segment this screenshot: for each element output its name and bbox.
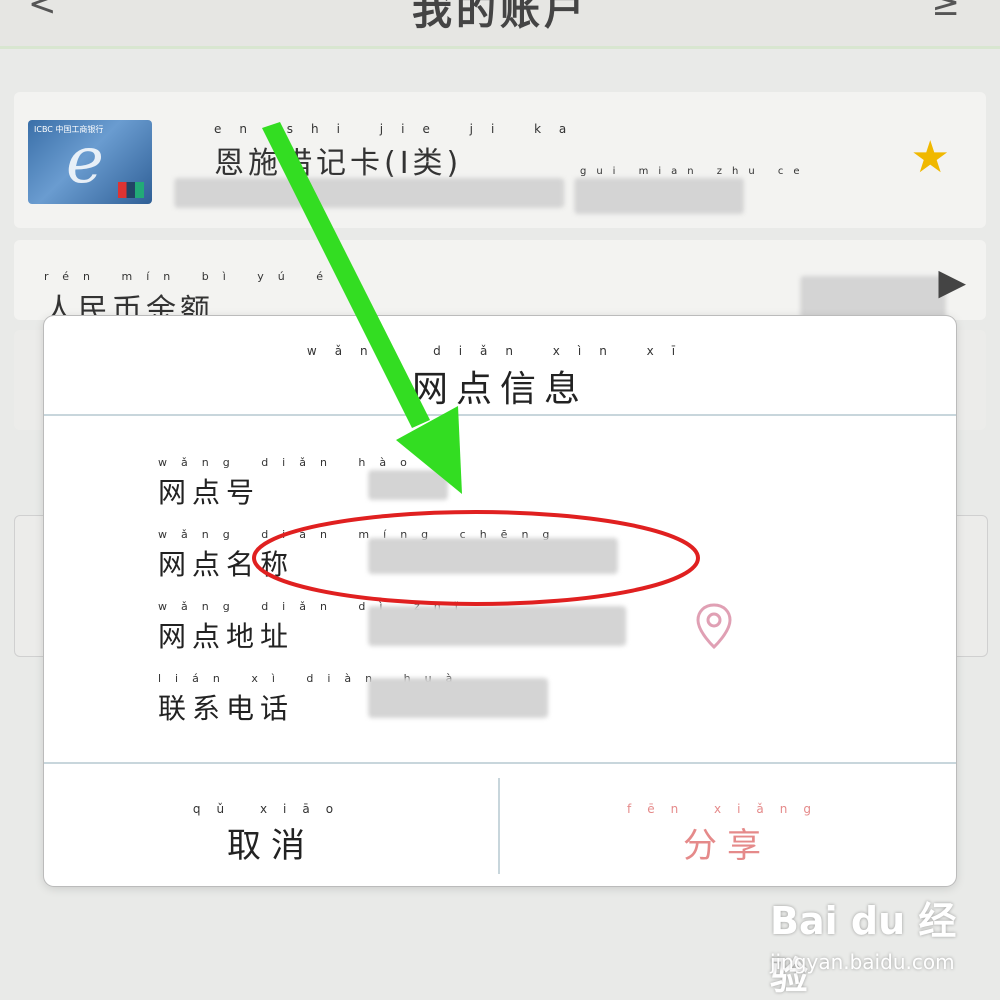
field-branch-name: wǎng diǎn míng chēng 网点名称 bbox=[158, 528, 858, 581]
field-label-text: 联系电话 bbox=[158, 692, 295, 725]
branch-number-value bbox=[368, 470, 448, 500]
dialog-title-text: 网点信息 bbox=[411, 369, 588, 410]
chevron-right-icon[interactable]: ▶ bbox=[938, 262, 966, 303]
field-contact-phone: lián xì diàn huà 联系电话 bbox=[158, 672, 858, 725]
dialog-footer: qǔ xiāo 取消 fēn xiǎng 分享 bbox=[44, 762, 956, 886]
field-label-text: 网点名称 bbox=[158, 548, 295, 581]
card-name: en shi jie ji ka 恩施借记卡(I类) bbox=[214, 122, 584, 182]
card-e-logo: e bbox=[66, 124, 104, 198]
field-label-text: 网点地址 bbox=[158, 620, 295, 653]
watermark-logo: Bai du 经验 bbox=[770, 899, 957, 998]
cancel-button[interactable]: qǔ xiāo 取消 bbox=[44, 764, 498, 886]
balance-row[interactable]: rén mín bì yú é 人民币余额 ▶ bbox=[14, 240, 986, 340]
page-title: 我的账户 bbox=[412, 0, 588, 34]
share-text: 分享 bbox=[683, 826, 771, 866]
branch-name-value bbox=[368, 538, 618, 574]
contact-phone-value bbox=[368, 678, 548, 718]
watermark-site: jingyan.baidu.com bbox=[770, 950, 955, 974]
dialog-header: wǎng diǎn xìn xī 网点信息 bbox=[44, 316, 956, 416]
cancel-button-label: qǔ xiāo 取消 bbox=[44, 802, 498, 867]
baidu-jingyan-watermark: Bai du 经验 jingyan.baidu.com bbox=[770, 890, 990, 998]
card-status-pinyin: gui mian zhu ce bbox=[580, 166, 810, 177]
branch-info-dialog: wǎng diǎn xìn xī 网点信息 wǎng diǎn hào 网点号 … bbox=[44, 316, 956, 886]
cancel-pinyin: qǔ xiāo bbox=[192, 802, 350, 816]
card-name-pinyin: en shi jie ji ka bbox=[214, 122, 585, 136]
field-label-text: 网点号 bbox=[158, 476, 261, 509]
card-status-redacted bbox=[574, 178, 744, 214]
field-branch-address: wǎng diǎn dì zhǐ 网点地址 bbox=[158, 600, 858, 653]
share-pinyin: fēn xiǎng bbox=[626, 802, 828, 816]
field-branch-number: wǎng diǎn hào 网点号 bbox=[158, 456, 858, 509]
branch-address-value bbox=[368, 606, 626, 646]
cancel-text: 取消 bbox=[227, 826, 315, 866]
field-label-pinyin: wǎng diǎn hào bbox=[158, 456, 421, 469]
balance-label-pinyin: rén mín bì yú é bbox=[44, 270, 338, 283]
account-card-row[interactable]: ICBC 中国工商银行 e en shi jie ji ka 恩施借记卡(I类)… bbox=[14, 92, 986, 228]
card-name-text: 恩施借记卡(I类) bbox=[214, 146, 463, 181]
location-pin-icon[interactable] bbox=[694, 602, 734, 650]
more-icon[interactable]: ≥ bbox=[932, 0, 961, 24]
dialog-title-pinyin: wǎng diǎn xìn xī bbox=[306, 344, 694, 358]
top-bar: < 我的账户 ≥ bbox=[0, 0, 1000, 49]
card-number-redacted bbox=[174, 178, 564, 208]
unionpay-logo bbox=[118, 182, 144, 198]
share-button-label: fēn xiǎng 分享 bbox=[500, 802, 954, 867]
share-button[interactable]: fēn xiǎng 分享 bbox=[500, 764, 954, 886]
bank-card-image: ICBC 中国工商银行 e bbox=[28, 120, 152, 204]
star-icon[interactable]: ★ bbox=[911, 132, 950, 183]
dialog-title: wǎng diǎn xìn xī 网点信息 bbox=[44, 344, 956, 412]
